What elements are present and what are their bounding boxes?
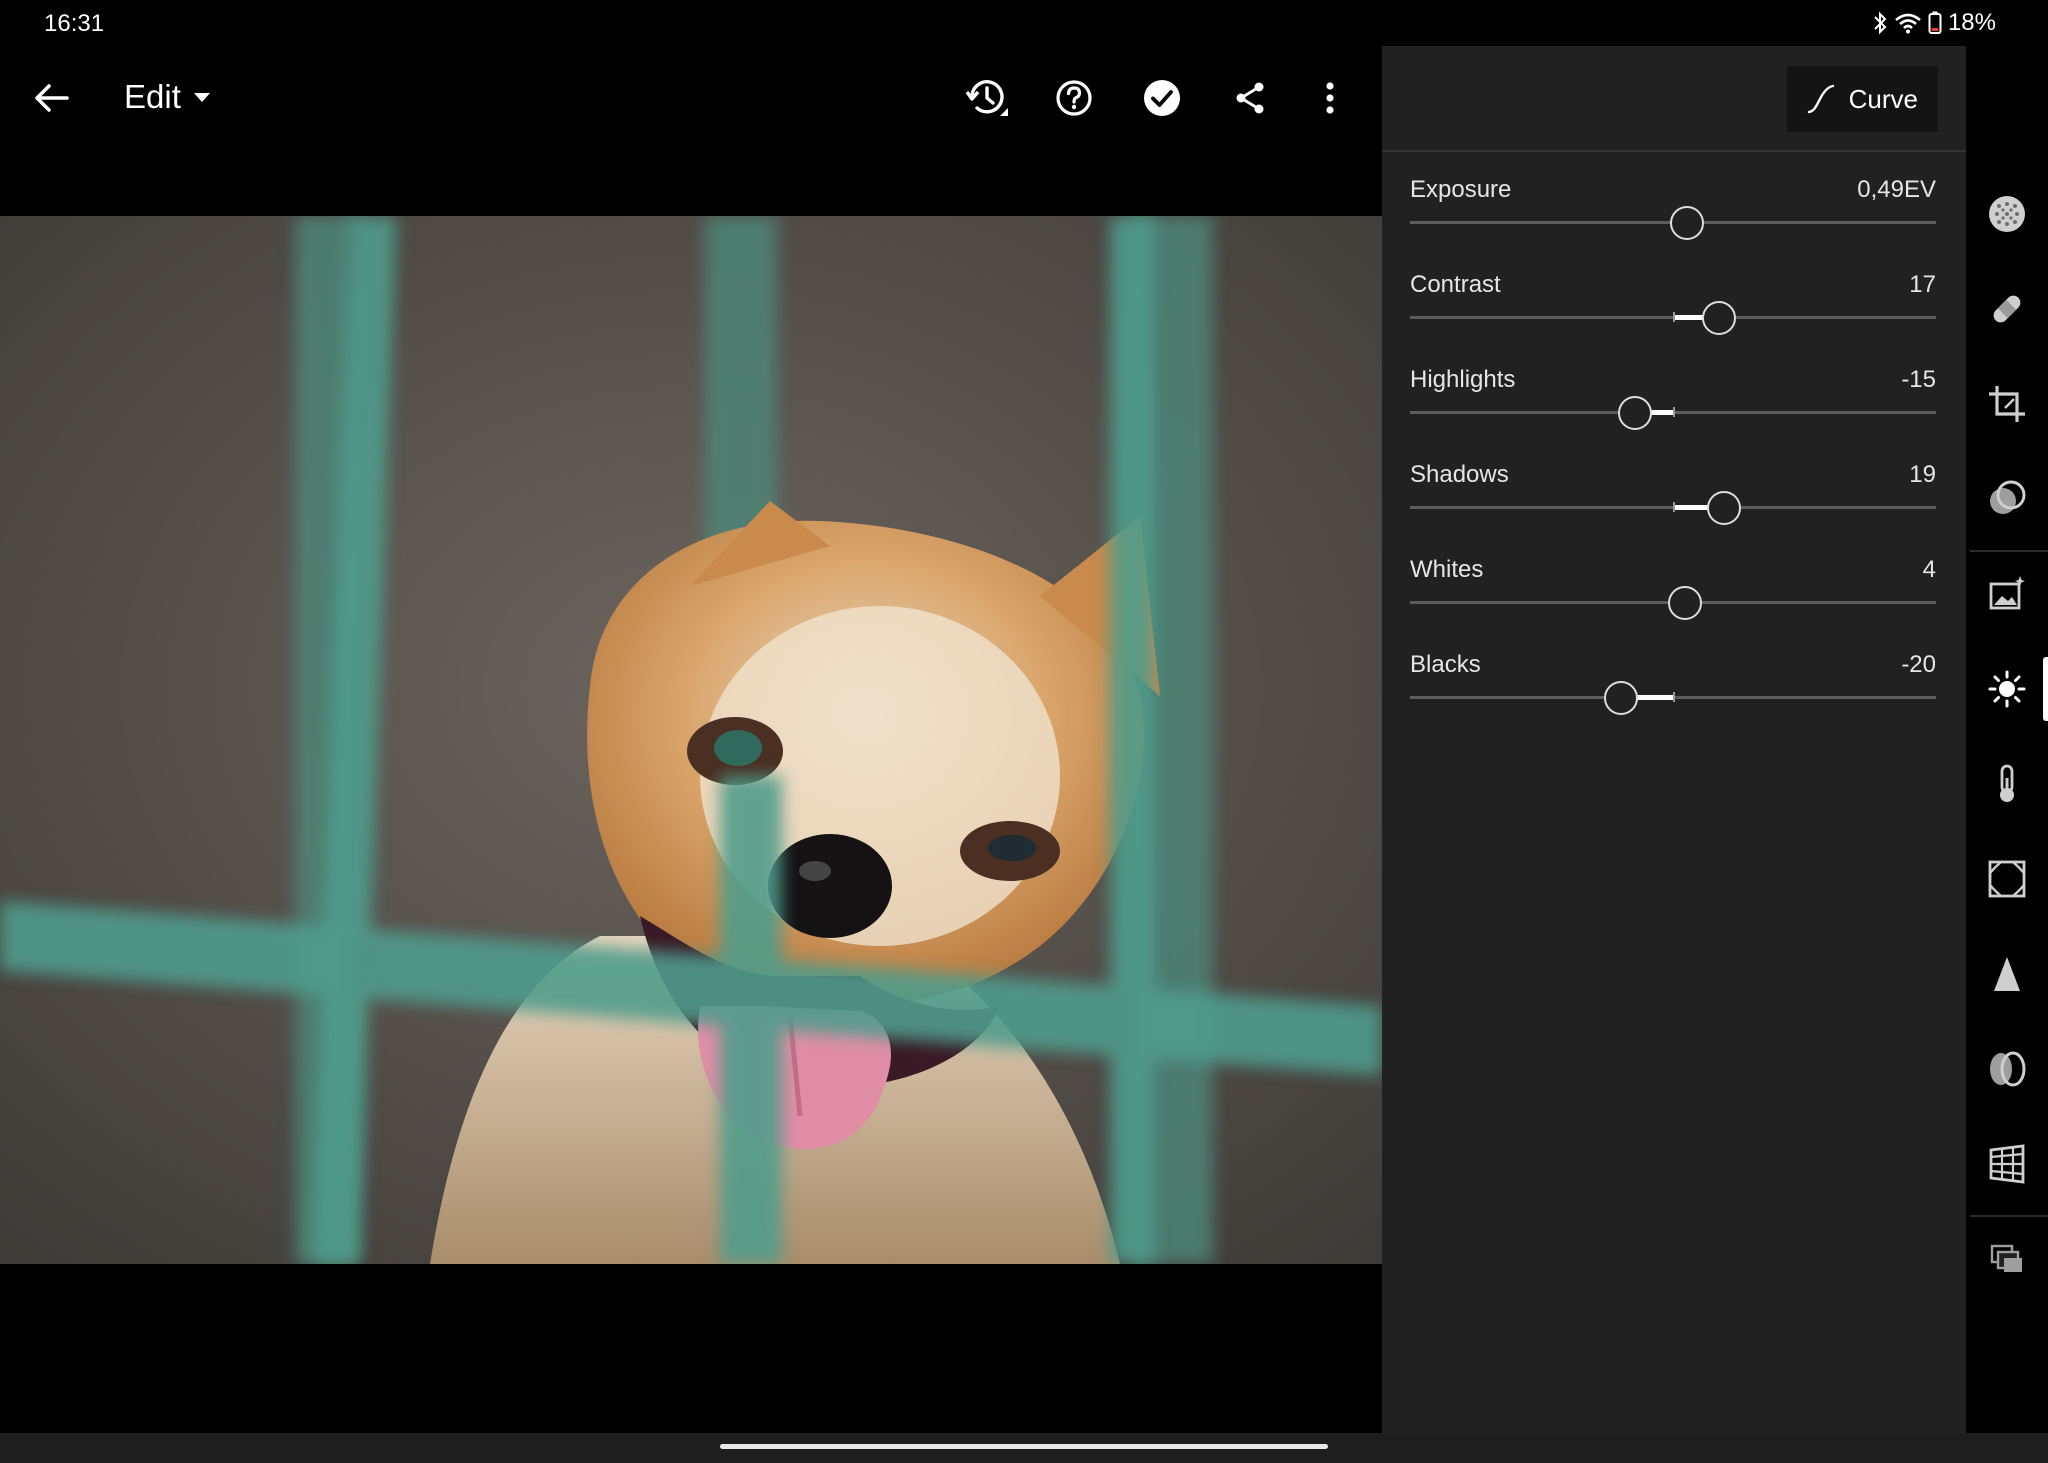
tool-rail <box>1966 46 2048 1433</box>
system-nav-bar <box>0 1433 2048 1463</box>
slider-center-tick <box>1673 502 1675 512</box>
blacks-slider: Blacks -20 <box>1410 651 1936 721</box>
slider-thumb[interactable] <box>1706 491 1741 525</box>
rail-item-effects[interactable] <box>1966 844 2048 914</box>
panel-header: Curve <box>1382 46 1966 152</box>
curve-label: Curve <box>1848 83 1918 114</box>
slider-center-tick <box>1673 692 1675 702</box>
photo-image <box>0 216 1382 1264</box>
back-arrow-icon <box>35 84 69 112</box>
rail-item-versions[interactable] <box>1966 1224 2048 1294</box>
caret-down-icon <box>193 93 210 102</box>
rail-divider <box>1970 550 2048 552</box>
geometry-icon <box>1989 1144 2025 1184</box>
light-adjustments-panel: Curve Exposure 0,49EV Contrast 17 Highli… <box>1382 46 1966 1433</box>
rail-item-color[interactable] <box>1966 749 2048 819</box>
rail-item-masking[interactable] <box>1966 464 2048 534</box>
detail-icon <box>1994 957 2020 991</box>
slider-value: 17 <box>1909 271 1936 298</box>
rail-item-detail[interactable] <box>1966 939 2048 1009</box>
active-tool-indicator <box>2043 657 2048 721</box>
status-indicators: 18% <box>1872 9 1996 37</box>
whites-slider: Whites 4 <box>1410 556 1936 626</box>
battery-percent: 18% <box>1947 9 1996 36</box>
rail-divider <box>1970 1215 2048 1217</box>
slider-thumb[interactable] <box>1617 396 1652 430</box>
slider-value: 0,49EV <box>1857 176 1936 203</box>
shadows-slider: Shadows 19 <box>1410 461 1936 531</box>
highlights-slider: Highlights -15 <box>1410 366 1936 436</box>
slider-center-tick <box>1673 312 1675 322</box>
more-options-button[interactable] <box>1306 74 1354 122</box>
edit-mode-label: Edit <box>124 78 181 115</box>
slider-label: Contrast <box>1410 271 1501 298</box>
slider-value: 19 <box>1909 461 1936 488</box>
help-icon <box>1056 80 1092 116</box>
share-icon <box>1236 82 1264 114</box>
slider-label: Whites <box>1410 556 1484 583</box>
more-vert-icon <box>1326 82 1334 114</box>
rail-item-auto[interactable] <box>1966 559 2048 629</box>
done-button[interactable] <box>1138 74 1186 122</box>
curve-button[interactable]: Curve <box>1786 66 1938 132</box>
slider-thumb[interactable] <box>1667 586 1702 620</box>
presets-icon <box>1989 196 2025 232</box>
rail-item-geometry[interactable] <box>1966 1129 2048 1199</box>
history-icon <box>965 80 1008 116</box>
slider-label: Exposure <box>1410 176 1512 203</box>
slider-thumb[interactable] <box>1604 681 1639 715</box>
optics-icon <box>1990 1051 2026 1087</box>
help-button[interactable] <box>1050 74 1098 122</box>
share-button[interactable] <box>1226 74 1274 122</box>
slider-label: Shadows <box>1410 461 1509 488</box>
auto-icon <box>1989 576 2025 610</box>
edit-mode-dropdown[interactable]: Edit <box>124 78 211 116</box>
rail-item-presets[interactable] <box>1966 179 2048 249</box>
status-time: 16:31 <box>44 10 105 37</box>
versions-icon <box>1990 1244 2022 1272</box>
slider-label: Blacks <box>1410 651 1481 678</box>
photo-canvas[interactable] <box>0 150 1382 1433</box>
photo-preview[interactable] <box>0 216 1382 1264</box>
back-button[interactable] <box>30 76 74 120</box>
slider-value: -15 <box>1901 366 1936 393</box>
crop-icon <box>1989 386 2025 422</box>
contrast-slider: Contrast 17 <box>1410 271 1936 341</box>
checkmark-icon <box>1144 80 1180 116</box>
slider-value: -20 <box>1901 651 1936 678</box>
slider-thumb[interactable] <box>1701 301 1736 335</box>
healing-icon <box>1993 295 2021 323</box>
app-toolbar: Edit <box>0 46 1382 150</box>
color-icon <box>2000 764 2014 802</box>
light-icon <box>1988 670 2026 708</box>
slider-center-tick <box>1673 407 1675 417</box>
rail-item-healing[interactable] <box>1966 274 2048 344</box>
rail-item-light[interactable] <box>1966 654 2048 724</box>
home-gesture-handle[interactable] <box>720 1444 1328 1449</box>
masking-icon <box>1990 480 2026 514</box>
status-bar: 16:31 18% <box>0 0 2048 46</box>
rail-item-crop[interactable] <box>1966 369 2048 439</box>
effects-icon <box>1988 860 2026 898</box>
battery-icon <box>1928 11 1942 35</box>
exposure-slider: Exposure 0,49EV <box>1410 176 1936 246</box>
history-button[interactable] <box>962 74 1010 122</box>
wifi-icon <box>1894 12 1922 34</box>
curve-icon <box>1807 84 1834 114</box>
slider-label: Highlights <box>1410 366 1516 393</box>
rail-item-optics[interactable] <box>1966 1034 2048 1104</box>
slider-value: 4 <box>1922 556 1936 583</box>
bluetooth-icon <box>1872 11 1888 35</box>
slider-thumb[interactable] <box>1669 206 1704 240</box>
